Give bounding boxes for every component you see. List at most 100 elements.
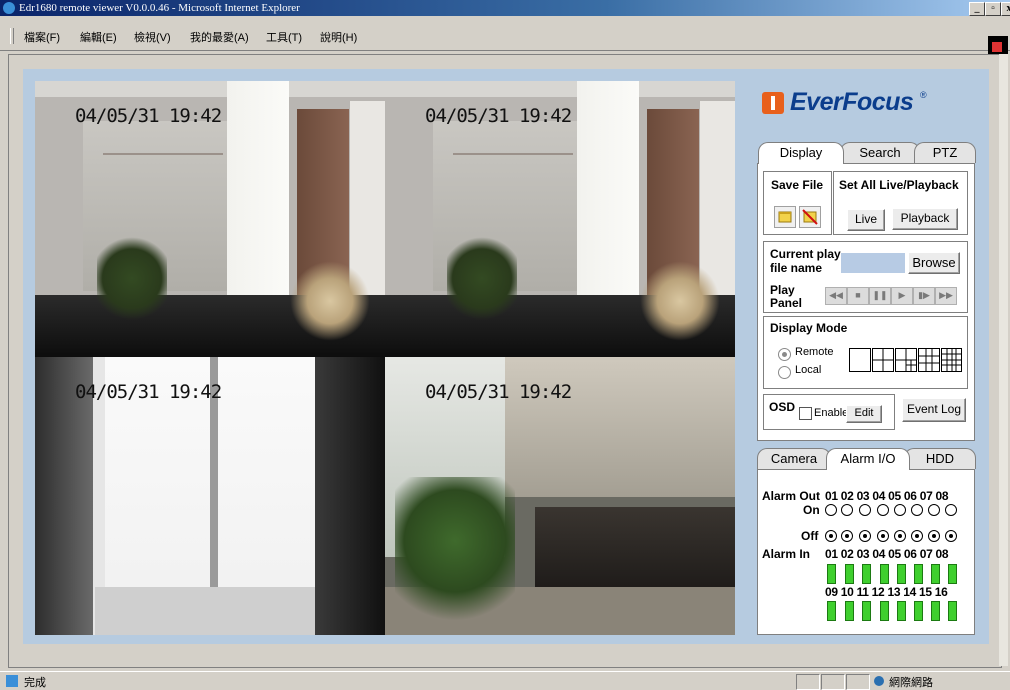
display-mode-label: Display Mode [770,321,848,335]
stop-icon[interactable]: ■ [847,287,869,305]
play-icon[interactable]: ▶ [891,287,913,305]
alarm-in-12-led [880,601,889,621]
alarm-in-numbers-1: 01 02 03 04 05 06 07 08 [825,547,949,561]
alarm-in-14-led [914,601,923,621]
menu-edit[interactable]: 編輯(E) [80,29,117,45]
camera-timestamp: 04/05/31 19:42 [75,105,222,127]
alarm-out-5-off-radio[interactable] [894,530,906,542]
osd-enable-label: Enable [814,407,849,419]
rewind-icon[interactable]: ◀◀ [825,287,847,305]
tab-display[interactable]: Display [758,142,844,164]
play-panel-label: Play [770,283,795,297]
camera-timestamp: 04/05/31 19:42 [425,105,572,127]
alarm-out-2-off-radio[interactable] [841,530,853,542]
alarm-out-1-off-radio[interactable] [825,530,837,542]
stop-record-button[interactable] [799,206,821,228]
menu-bar: 檔案(F) 編輯(E) 檢視(V) 我的最愛(A) 工具(T) 說明(H) [0,16,1010,58]
tab-camera[interactable]: Camera [757,448,831,469]
alarm-out-6-on-radio[interactable] [911,504,923,516]
vertical-scrollbar[interactable] [999,54,1008,666]
remote-label: Remote [795,346,834,358]
folder-icon [778,211,792,223]
local-label: Local [795,364,822,376]
alarm-out-4-on-radio[interactable] [877,504,889,516]
alarm-in-15-led [931,601,940,621]
play-panel-label-2: Panel [770,296,803,310]
alarm-out-3-off-radio[interactable] [859,530,871,542]
alarm-out-2-on-radio[interactable] [841,504,853,516]
file-name-field[interactable] [841,253,905,273]
layout-1-icon[interactable] [849,348,871,372]
osd-enable-checkbox[interactable] [799,407,812,420]
alarm-off-label: Off [801,529,819,543]
alarm-out-label: Alarm Out [762,489,821,503]
alarm-out-1-on-radio[interactable] [825,504,837,516]
alarm-in-6-led [914,564,923,584]
browse-button[interactable]: Browse [908,252,960,274]
alarm-in-9-led [827,601,836,621]
alarm-in-16-led [948,601,957,621]
alarm-out-3-on-radio[interactable] [859,504,871,516]
local-radio[interactable] [778,366,791,379]
save-file-label: Save File [771,178,824,192]
alarm-out-7-off-radio[interactable] [928,530,940,542]
alarm-out-4-off-radio[interactable] [877,530,889,542]
layout-4-icon[interactable] [872,348,894,372]
event-log-button[interactable]: Event Log [902,398,966,422]
alarm-out-6-off-radio[interactable] [911,530,923,542]
alarm-in-8-led [948,564,957,584]
step-forward-icon[interactable]: ▮▶ [913,287,935,305]
tab-alarm-io[interactable]: Alarm I/O [826,448,910,470]
ie-icon [3,2,15,14]
current-play-label: Current play [770,247,841,261]
close-button[interactable]: x [1001,2,1010,16]
osd-edit-button[interactable]: Edit [846,405,882,423]
logo-mark-icon [762,92,784,114]
camera-view-4[interactable]: 04/05/31 19:42 [385,357,735,635]
alarm-in-1-led [827,564,836,584]
alarm-out-5-on-radio[interactable] [894,504,906,516]
camera-view-3[interactable]: 04/05/31 19:42 [35,357,385,635]
alarm-in-13-led [897,601,906,621]
tab-ptz[interactable]: PTZ [914,142,976,163]
menu-view[interactable]: 檢視(V) [134,29,171,45]
camera-timestamp: 04/05/31 19:42 [425,381,572,403]
alarm-in-3-led [862,564,871,584]
alarm-out-7-on-radio[interactable] [928,504,940,516]
alarm-out-8-on-radio[interactable] [945,504,957,516]
alarm-out-8-off-radio[interactable] [945,530,957,542]
osd-label: OSD [769,400,796,414]
minimize-button[interactable]: _ [969,2,985,16]
menu-favorites[interactable]: 我的最愛(A) [190,29,249,45]
internet-zone-icon [874,676,884,686]
menu-help[interactable]: 說明(H) [320,29,357,45]
camera-view-2[interactable]: 04/05/31 19:42 [385,81,735,357]
menu-tools[interactable]: 工具(T) [266,29,302,45]
window-title: Edr1680 remote viewer V0.0.0.46 - Micros… [19,2,300,14]
save-snapshot-button[interactable] [774,206,796,228]
live-button[interactable]: Live [847,209,885,231]
security-zone-label: 網際網路 [889,677,933,689]
alarm-in-10-led [845,601,854,621]
alarm-in-7-led [931,564,940,584]
maximize-button[interactable]: ▫ [985,2,1001,16]
layout-16-icon[interactable] [941,348,962,372]
play-panel-controls: ◀◀ ■ ❚❚ ▶ ▮▶ ▶▶ [825,287,965,305]
pause-icon[interactable]: ❚❚ [869,287,891,305]
remote-radio[interactable] [778,348,791,361]
camera-view-1[interactable]: 04/05/31 19:42 [35,81,385,357]
done-icon [6,675,18,687]
camera-timestamp: 04/05/31 19:42 [75,381,222,403]
layout-9-icon[interactable] [918,348,940,372]
alarm-in-4-led [880,564,889,584]
toolbar-grip[interactable] [10,28,14,44]
logo-registered: ® [920,90,927,100]
menu-file[interactable]: 檔案(F) [24,29,60,45]
title-bar: Edr1680 remote viewer V0.0.0.46 - Micros… [0,0,1010,16]
layout-7-icon[interactable] [895,348,917,372]
tab-search[interactable]: Search [840,142,920,163]
playback-button[interactable]: Playback [892,208,958,230]
tab-hdd[interactable]: HDD [904,448,976,469]
set-all-label: Set All Live/Playback [839,178,959,192]
fast-forward-icon[interactable]: ▶▶ [935,287,957,305]
